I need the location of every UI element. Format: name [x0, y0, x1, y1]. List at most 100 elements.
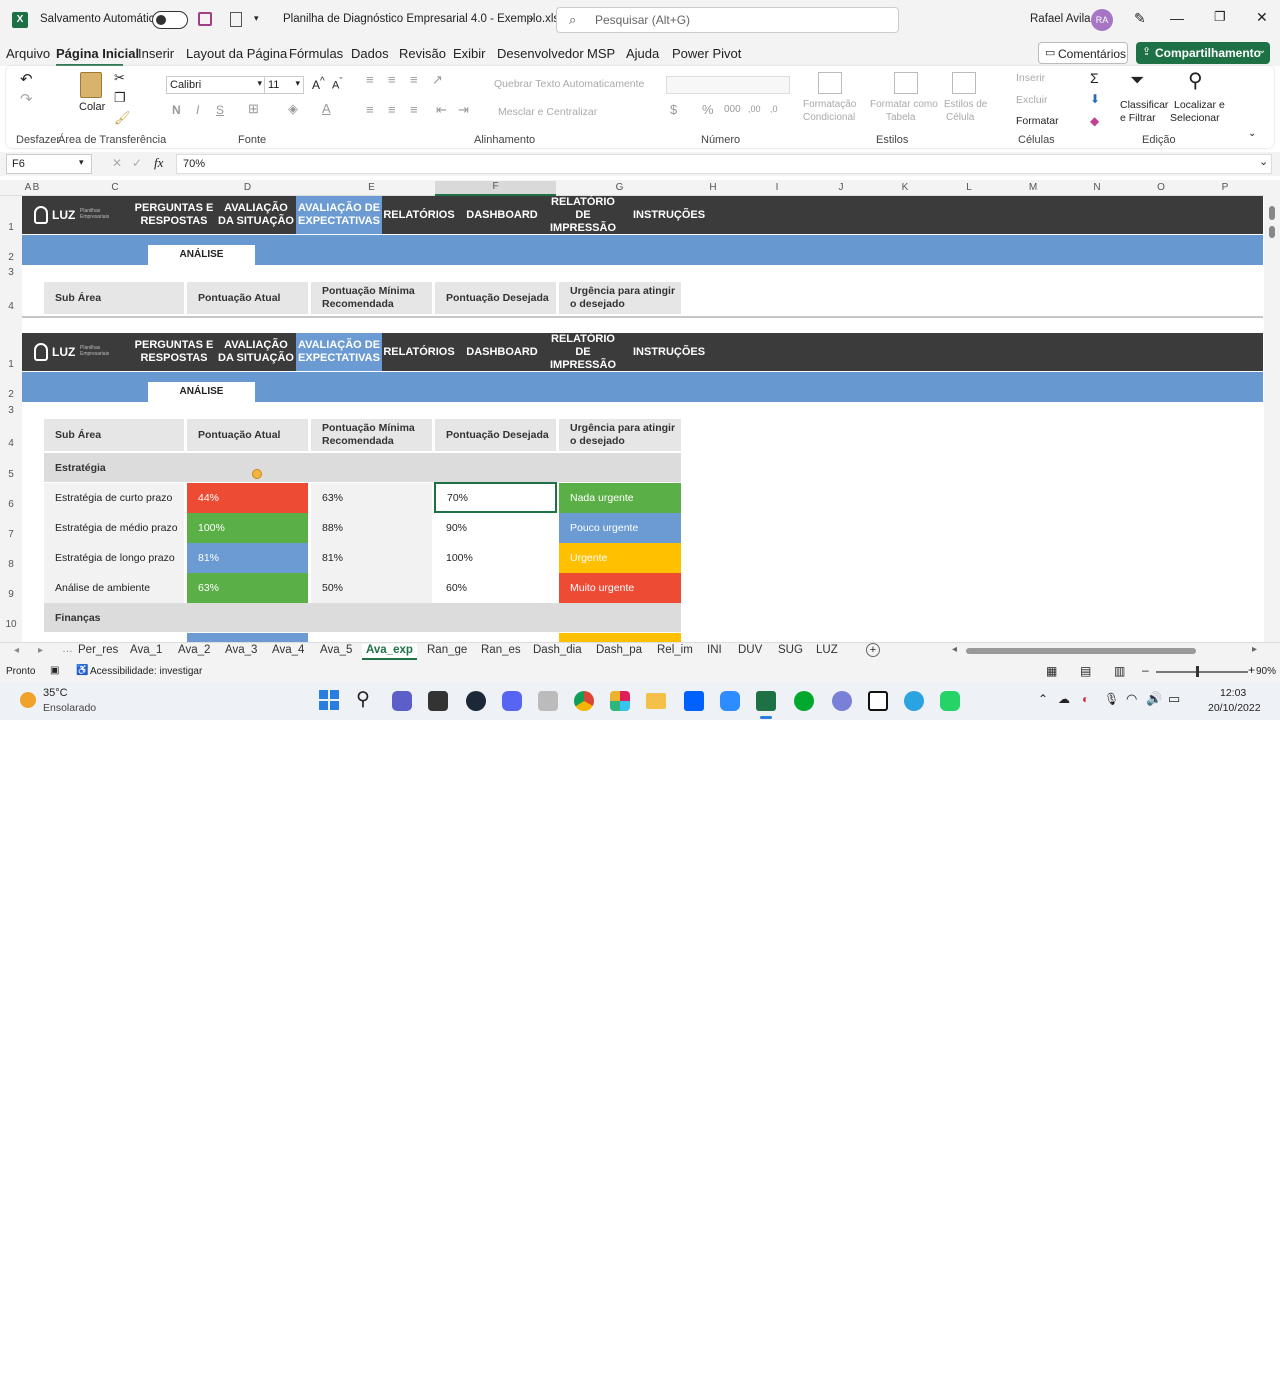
row-header[interactable]: 3 [0, 405, 22, 416]
conditional-format-label-2[interactable]: Condicional [803, 112, 855, 123]
sheet-tab[interactable]: Ava_3 [225, 644, 257, 660]
nav-perguntas[interactable]: PERGUNTAS E RESPOSTAS [134, 196, 214, 234]
fill-icon[interactable]: ⬇ [1090, 92, 1100, 106]
row-header[interactable]: 1 [0, 222, 22, 233]
chevron-down-icon[interactable]: ⌄ [527, 12, 535, 23]
column-header[interactable]: K [874, 182, 936, 193]
discord-icon[interactable] [502, 691, 522, 711]
table-cell-urgencia[interactable]: Pouco urgente [559, 513, 681, 543]
row-header[interactable]: 6 [0, 499, 22, 510]
cut-icon[interactable]: ✂ [114, 70, 125, 86]
normal-view-icon[interactable]: ▦ [1046, 664, 1057, 678]
menu-exibir[interactable]: Exibir [453, 46, 486, 61]
enter-icon[interactable]: ✓ [132, 156, 142, 170]
nav-dashboard[interactable]: DASHBOARD [462, 333, 542, 371]
horizontal-scrollbar[interactable]: ◂ ▸ [950, 644, 1262, 658]
menu-pagina-inicial[interactable]: Página Inicial [56, 46, 139, 61]
settings-icon[interactable] [832, 691, 852, 711]
sheet-tab[interactable]: Ran_ge [427, 644, 467, 660]
align-bottom-icon[interactable]: ≡ [410, 72, 418, 87]
find-select-icon[interactable]: ⚲ [1188, 68, 1203, 93]
collapse-ribbon-icon[interactable]: ⌄ [1248, 128, 1256, 139]
sheet-tab[interactable]: DUV [738, 644, 762, 660]
nav-avaliacao-expectativas[interactable]: AVALIAÇÃO DE EXPECTATIVAS [296, 333, 382, 371]
notion-icon[interactable] [868, 691, 888, 711]
nav-instrucoes[interactable]: INSTRUÇÕES [632, 333, 706, 371]
menu-revisao[interactable]: Revisão [399, 46, 446, 61]
format-cells-button[interactable]: Formatar [1016, 115, 1059, 127]
align-top-icon[interactable]: ≡ [366, 72, 374, 87]
align-right-icon[interactable]: ≡ [410, 102, 418, 117]
number-format-select[interactable] [666, 76, 790, 94]
table-cell-desejada[interactable]: 60% [435, 573, 556, 603]
sheet-tab[interactable]: INI [707, 644, 722, 660]
volume-icon[interactable]: 🔊 [1146, 691, 1162, 707]
sheet-tab[interactable]: Dash_pa [596, 644, 642, 660]
cell-styles-icon[interactable] [952, 72, 976, 94]
menu-inserir[interactable]: Inserir [138, 46, 174, 61]
menu-formulas[interactable]: Fórmulas [289, 46, 343, 61]
menu-arquivo[interactable]: Arquivo [6, 46, 50, 61]
row-header[interactable]: 4 [0, 301, 22, 312]
scroll-left-icon[interactable]: ◂ [14, 645, 19, 656]
vertical-scrollbar[interactable] [1264, 180, 1280, 642]
percent-icon[interactable]: % [702, 102, 714, 117]
column-header[interactable]: G [559, 182, 680, 193]
row-header[interactable]: 10 [0, 619, 22, 630]
search-box[interactable]: ⌕ Pesquisar (Alt+G) [556, 7, 899, 33]
save-icon[interactable] [198, 12, 212, 26]
row-header[interactable]: 5 [0, 469, 22, 480]
column-header[interactable]: P [1194, 182, 1256, 193]
table-format-label[interactable]: Formatar como [870, 99, 938, 110]
row-header[interactable]: 8 [0, 559, 22, 570]
column-header[interactable]: I [746, 182, 808, 193]
zoom-slider[interactable] [1156, 666, 1248, 677]
menu-dados[interactable]: Dados [351, 46, 389, 61]
minimize-icon[interactable]: — [1170, 10, 1184, 26]
table-cell-area[interactable]: Análise de ambiente [44, 573, 184, 603]
start-icon[interactable] [318, 1368, 340, 1390]
outdent-icon[interactable]: ⇥ [458, 102, 469, 118]
table-cell-area[interactable]: Estratégia de médio prazo [44, 513, 184, 543]
sheet-tab[interactable]: Ran_es [481, 644, 521, 660]
align-center-icon[interactable]: ≡ [388, 102, 396, 117]
comments-button[interactable]: ▭ Comentários [1038, 42, 1128, 64]
font-color-icon[interactable]: A [322, 101, 331, 116]
table-cell-atual[interactable]: 100% [187, 513, 308, 543]
font-size-select[interactable]: 11 ▾ [264, 76, 304, 94]
clock-time[interactable]: 12:03 [1220, 687, 1246, 699]
nav-relatorios[interactable]: RELATÓRIOS [383, 333, 454, 371]
nav-relatorios[interactable]: RELATÓRIOS [383, 196, 454, 234]
table-cell-desejada[interactable]: 90% [435, 513, 556, 543]
row-header[interactable]: 3 [0, 267, 22, 278]
weather-temp[interactable]: 35°C [43, 687, 68, 699]
column-header[interactable]: O [1130, 182, 1192, 193]
format-painter-icon[interactable]: 🖌 [114, 110, 131, 126]
zoom-icon[interactable] [720, 691, 740, 711]
formula-input[interactable]: 70% ⌄ [176, 154, 1272, 174]
windows-start-icon[interactable] [319, 690, 339, 710]
cell-styles-label-2[interactable]: Célula [946, 112, 974, 123]
underline-icon[interactable]: S [216, 103, 224, 117]
borders-icon[interactable]: ⊞ [248, 101, 259, 117]
table-cell-atual[interactable]: 63% [187, 573, 308, 603]
onedrive-icon[interactable]: ☁ [1058, 692, 1070, 706]
user-name[interactable]: Rafael Avila [1030, 13, 1091, 25]
align-left-icon[interactable]: ≡ [366, 102, 374, 117]
row-header[interactable]: 7 [0, 529, 22, 540]
table-cell-desejada[interactable]: 100% [435, 543, 556, 573]
sheet-tab[interactable]: Ava_2 [178, 644, 210, 660]
sort-filter-label-2[interactable]: e Filtrar [1120, 112, 1156, 124]
page-layout-icon[interactable]: ▤ [1080, 664, 1091, 678]
security-icon[interactable]: ◐ [1082, 692, 1089, 706]
column-header[interactable]: N [1066, 182, 1128, 193]
wifi-icon[interactable]: ◠ [1126, 691, 1137, 707]
slack-icon[interactable] [610, 691, 630, 711]
chevron-down-icon[interactable]: ⌄ [1259, 155, 1268, 168]
nav-relatorio-impressao[interactable]: RELATÓRIO DE IMPRESSÃO [542, 333, 624, 371]
nav-relatorio-impressao[interactable]: RELATÓRIO DE IMPRESSÃO [542, 196, 624, 234]
dropbox-icon[interactable] [684, 691, 704, 711]
sheet-tab[interactable]: Per_res [78, 644, 118, 660]
row-header[interactable]: 9 [0, 589, 22, 600]
table-cell-urgencia[interactable]: Nada urgente [559, 483, 681, 513]
